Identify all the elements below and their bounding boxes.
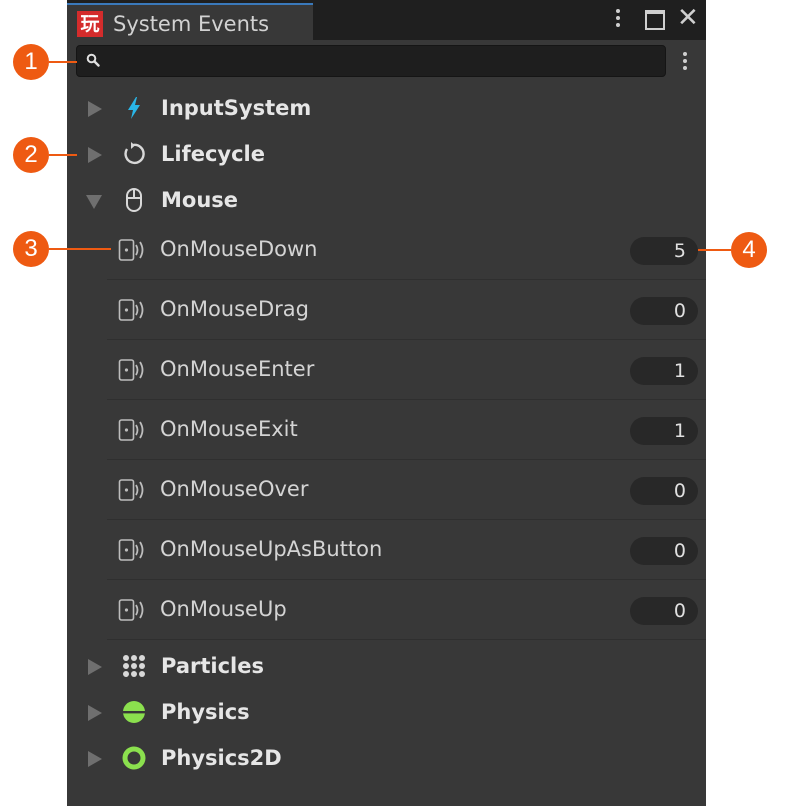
- expand-arrow-icon[interactable]: [88, 659, 102, 675]
- search-toolbar: [67, 40, 706, 84]
- category-physics[interactable]: Physics: [67, 689, 706, 735]
- category-physics2d[interactable]: Physics2D: [67, 735, 706, 781]
- expand-arrow-icon[interactable]: [88, 705, 102, 721]
- window-menu-icon[interactable]: [616, 9, 620, 31]
- category-label: Mouse: [161, 188, 239, 212]
- event-row[interactable]: OnMouseOver 0: [107, 460, 706, 520]
- event-count-badge: 0: [630, 297, 698, 325]
- callout-leader: [698, 249, 731, 251]
- event-count-badge: 0: [630, 537, 698, 565]
- event-row[interactable]: OnMouseExit 1: [107, 400, 706, 460]
- expand-arrow-icon[interactable]: [88, 101, 102, 117]
- category-label: Physics2D: [161, 746, 282, 770]
- physics2d-ring-icon: [122, 746, 146, 770]
- window-titlebar: 玩 System Events ✕: [67, 0, 706, 40]
- search-icon: [86, 53, 100, 67]
- callout-marker: 2: [13, 137, 49, 173]
- collapse-arrow-icon[interactable]: [86, 195, 102, 209]
- maximize-icon[interactable]: [645, 10, 665, 30]
- event-signal-icon: [118, 239, 144, 261]
- event-row[interactable]: OnMouseDrag 0: [107, 280, 706, 340]
- event-signal-icon: [118, 299, 144, 321]
- callout-marker: 1: [13, 44, 49, 80]
- callout-leader: [49, 248, 111, 250]
- physics-sphere-icon: [122, 701, 146, 723]
- event-signal-icon: [118, 359, 144, 381]
- event-signal-icon: [118, 479, 144, 501]
- category-particles[interactable]: Particles: [67, 643, 706, 689]
- category-label: InputSystem: [161, 96, 312, 120]
- event-row[interactable]: OnMouseUpAsButton 0: [107, 520, 706, 580]
- event-label: OnMouseOver: [160, 477, 309, 501]
- event-label: OnMouseExit: [160, 417, 298, 441]
- event-row[interactable]: OnMouseUp 0: [107, 580, 706, 640]
- expand-arrow-icon[interactable]: [88, 751, 102, 767]
- particles-grid-icon: [123, 655, 145, 677]
- event-label: OnMouseDown: [160, 237, 318, 261]
- event-signal-icon: [118, 539, 144, 561]
- close-icon[interactable]: ✕: [677, 4, 699, 32]
- expand-arrow-icon[interactable]: [88, 147, 102, 163]
- category-label: Particles: [161, 654, 264, 678]
- event-row[interactable]: OnMouseEnter 1: [107, 340, 706, 400]
- search-options-icon[interactable]: [683, 52, 687, 74]
- callout-marker: 4: [731, 232, 767, 268]
- event-count-badge: 1: [630, 417, 698, 445]
- category-label: Lifecycle: [161, 142, 265, 166]
- callout-leader: [49, 154, 77, 156]
- event-count-badge: 0: [630, 597, 698, 625]
- callout-marker: 3: [13, 231, 49, 267]
- event-label: OnMouseUp: [160, 597, 287, 621]
- event-row[interactable]: OnMouseDown 5: [107, 220, 706, 280]
- category-lifecycle[interactable]: Lifecycle: [67, 131, 706, 177]
- mouse-icon: [126, 188, 142, 212]
- event-count-badge: 0: [630, 477, 698, 505]
- event-signal-icon: [118, 599, 144, 621]
- tab-system-events[interactable]: 玩 System Events: [67, 3, 313, 40]
- category-mouse[interactable]: Mouse: [67, 177, 706, 223]
- event-count-badge: 5: [630, 237, 698, 265]
- event-signal-icon: [118, 419, 144, 441]
- refresh-cycle-icon: [124, 142, 145, 165]
- system-events-window: 玩 System Events ✕ InputSystem Lifecycle: [67, 0, 706, 806]
- window-title: System Events: [113, 12, 270, 36]
- category-inputsystem[interactable]: InputSystem: [67, 85, 706, 131]
- category-label: Physics: [161, 700, 250, 724]
- event-label: OnMouseDrag: [160, 297, 309, 321]
- lightning-icon: [128, 97, 140, 119]
- event-count-badge: 1: [630, 357, 698, 385]
- event-label: OnMouseUpAsButton: [160, 537, 383, 561]
- app-logo-icon: 玩: [77, 11, 103, 37]
- search-input[interactable]: [76, 45, 666, 77]
- event-label: OnMouseEnter: [160, 357, 315, 381]
- callout-leader: [49, 61, 77, 63]
